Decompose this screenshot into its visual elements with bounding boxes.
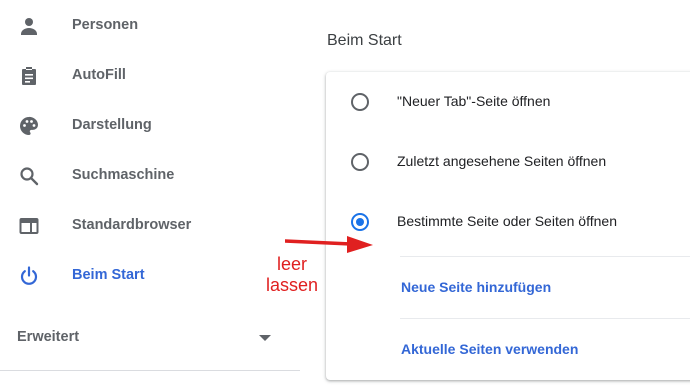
power-icon [17, 264, 41, 288]
annotation-line: lassen [265, 275, 319, 295]
person-icon [17, 14, 41, 38]
radio-button-checked[interactable] [351, 213, 369, 231]
sidebar-divider [0, 370, 300, 371]
page-title: Beim Start [327, 32, 402, 49]
sidebar-item-autofill[interactable]: AutoFill [0, 56, 300, 96]
sidebar-item-darstellung[interactable]: Darstellung [0, 106, 300, 146]
search-icon [17, 164, 41, 188]
sidebar-item-personen[interactable]: Personen [0, 6, 300, 46]
sidebar-item-standardbrowser[interactable]: Standardbrowser [0, 206, 300, 246]
option-continue-session[interactable]: Zuletzt angesehene Seiten öffnen [326, 132, 690, 192]
radio-button[interactable] [351, 93, 369, 111]
option-label: Bestimmte Seite oder Seiten öffnen [397, 213, 617, 229]
sidebar-item-label: Standardbrowser [72, 217, 192, 233]
option-label: Zuletzt angesehene Seiten öffnen [397, 153, 607, 169]
sidebar-item-beim-start[interactable]: Beim Start [0, 256, 300, 296]
startup-options-card: "Neuer Tab"-Seite öffnen Zuletzt angeseh… [326, 72, 690, 380]
sidebar-item-label: Suchmaschine [72, 167, 175, 183]
chevron-down-icon [259, 335, 271, 341]
sidebar-item-suchmaschine[interactable]: Suchmaschine [0, 156, 300, 196]
sidebar-item-label: Beim Start [72, 267, 145, 283]
advanced-section-toggle[interactable]: Erweitert [0, 318, 300, 358]
settings-sidebar: Personen AutoFill Darstellung Suchmaschi… [0, 0, 300, 391]
option-new-tab[interactable]: "Neuer Tab"-Seite öffnen [326, 72, 690, 132]
palette-icon [17, 114, 41, 138]
clipboard-icon [17, 64, 41, 88]
browser-window-icon [17, 214, 41, 238]
divider [400, 256, 690, 257]
sidebar-item-label: AutoFill [72, 67, 126, 83]
annotation-line: leer [276, 254, 307, 274]
option-label: "Neuer Tab"-Seite öffnen [397, 93, 551, 109]
divider [400, 318, 690, 319]
option-specific-pages[interactable]: Bestimmte Seite oder Seiten öffnen [326, 192, 690, 252]
annotation-arrow [285, 236, 373, 253]
add-page-link[interactable]: Neue Seite hinzufügen [401, 279, 551, 295]
sidebar-item-label: Personen [72, 17, 139, 33]
radio-button[interactable] [351, 153, 369, 171]
annotation-text: leer lassen [262, 254, 322, 296]
sidebar-item-label: Darstellung [72, 117, 152, 133]
use-current-pages-link[interactable]: Aktuelle Seiten verwenden [401, 341, 578, 357]
advanced-label: Erweitert [17, 329, 80, 345]
